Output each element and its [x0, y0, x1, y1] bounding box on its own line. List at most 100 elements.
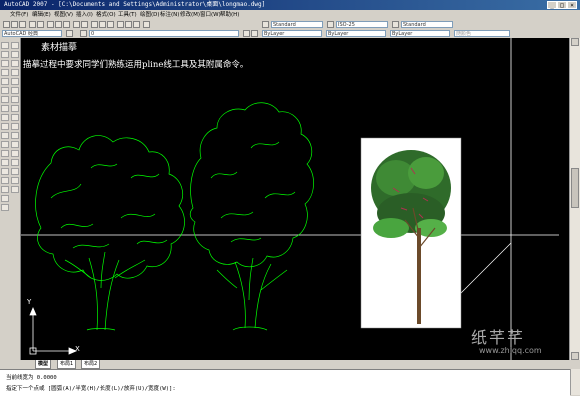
menu-dimension[interactable]: 标注(N)	[160, 10, 179, 20]
menu-draw[interactable]: 绘图(D)	[140, 10, 160, 20]
menu-file[interactable]: 文件(F)	[10, 10, 28, 20]
table-icon[interactable]	[1, 195, 9, 202]
tab-model[interactable]: 模型	[35, 360, 52, 369]
ellipse-icon[interactable]	[1, 123, 9, 130]
watermark-brand: 纸芊芊	[471, 328, 526, 347]
drawing-instruction: 描摹过程中要求同学们熟练运用pline线工具及其附属命令。	[23, 60, 249, 70]
text-style-select[interactable]: Standard	[271, 21, 323, 28]
tree-trace-2	[189, 102, 314, 331]
chamfer-icon[interactable]	[11, 168, 19, 175]
menu-window[interactable]: 窗口(W)	[200, 10, 221, 20]
trim-icon[interactable]	[11, 123, 19, 130]
pan-icon[interactable]	[91, 21, 98, 28]
workspace-settings-icon[interactable]	[66, 30, 73, 37]
cut-icon[interactable]	[47, 21, 54, 28]
menu-edit[interactable]: 编辑(E)	[32, 10, 51, 20]
menu-format[interactable]: 格式(O)	[96, 10, 116, 20]
mirror-icon[interactable]	[11, 60, 19, 67]
array-icon[interactable]	[11, 78, 19, 85]
stretch-icon[interactable]	[11, 114, 19, 121]
menu-insert[interactable]: 插入(I)	[76, 10, 93, 20]
fillet-icon[interactable]	[11, 177, 19, 184]
copy-icon[interactable]	[55, 21, 62, 28]
color-select[interactable]: ByLayer	[262, 30, 322, 37]
construction-line-icon[interactable]	[1, 51, 9, 58]
line-icon[interactable]	[1, 42, 9, 49]
ellipse-arc-icon[interactable]	[1, 132, 9, 139]
tool-palettes-icon[interactable]	[133, 21, 140, 28]
minimize-button[interactable]: _	[547, 1, 557, 9]
polygon-icon[interactable]	[1, 69, 9, 76]
preview-icon[interactable]	[37, 21, 44, 28]
insert-block-icon[interactable]	[1, 141, 9, 148]
print-icon[interactable]	[29, 21, 36, 28]
tab-layout2[interactable]: 布局2	[81, 360, 101, 369]
window-title: AutoCAD 2007 - [C:\Documents and Setting…	[4, 1, 266, 8]
menu-bar: 文件(F) 编辑(E) 视图(V) 插入(I) 格式(O) 工具(T) 绘图(D…	[0, 10, 580, 20]
menu-help[interactable]: 帮助(H)	[220, 10, 239, 20]
spline-icon[interactable]	[1, 114, 9, 121]
gradient-icon[interactable]	[1, 177, 9, 184]
erase-icon[interactable]	[11, 42, 19, 49]
command-window[interactable]: 当前线宽为 0.0000 指定下一个点或 [圆弧(A)/半宽(H)/长度(L)/…	[0, 369, 570, 396]
scroll-thumb[interactable]	[571, 168, 579, 208]
rectangle-icon[interactable]	[1, 78, 9, 85]
command-history-line: 当前线宽为 0.0000	[6, 375, 57, 381]
close-button[interactable]: ×	[567, 1, 577, 9]
join-icon[interactable]	[11, 159, 19, 166]
break-at-point-icon[interactable]	[11, 141, 19, 148]
save-icon[interactable]	[19, 21, 26, 28]
scroll-up-icon[interactable]	[571, 38, 579, 46]
arc-icon[interactable]	[1, 87, 9, 94]
rotate-icon[interactable]	[11, 96, 19, 103]
layer-previous-icon[interactable]	[251, 30, 258, 37]
make-current-icon[interactable]	[243, 30, 250, 37]
zoom-previous-icon[interactable]	[107, 21, 114, 28]
vertical-scrollbar[interactable]	[569, 38, 580, 360]
undo-icon[interactable]	[73, 21, 80, 28]
move-icon[interactable]	[11, 87, 19, 94]
menu-view[interactable]: 视图(V)	[54, 10, 73, 20]
circle-icon[interactable]	[1, 96, 9, 103]
zoom-icon[interactable]	[99, 21, 106, 28]
table-style-select[interactable]: Standard	[401, 21, 453, 28]
canvas-margin	[559, 38, 569, 360]
lineweight-select[interactable]: ByLayer	[390, 30, 450, 37]
command-scrollbar[interactable]	[570, 369, 580, 395]
menu-tools[interactable]: 工具(T)	[118, 10, 137, 20]
tab-layout1[interactable]: 布局1	[57, 360, 77, 369]
explode-icon[interactable]	[11, 186, 19, 193]
dim-style-select[interactable]: ISO-25	[336, 21, 388, 28]
revision-cloud-icon[interactable]	[1, 105, 9, 112]
polyline-icon[interactable]	[1, 60, 9, 67]
paste-icon[interactable]	[63, 21, 70, 28]
reference-tree-photo	[360, 137, 462, 329]
layer-select[interactable]: 0	[89, 30, 239, 37]
extend-icon[interactable]	[11, 132, 19, 139]
drawing-canvas[interactable]: 素材描摹 描摹过程中要求同学们熟练运用pline线工具及其附属命令。 Y X 纸…	[21, 38, 559, 360]
hatch-icon[interactable]	[1, 168, 9, 175]
command-prompt[interactable]: 指定下一个点或 [圆弧(A)/半宽(H)/长度(L)/放弃(U)/宽度(W)]:	[6, 384, 176, 392]
ucs-y-label: Y	[27, 298, 32, 306]
design-center-icon[interactable]	[125, 21, 132, 28]
open-icon[interactable]	[11, 21, 18, 28]
scroll-down-icon[interactable]	[571, 352, 579, 360]
workspace-select[interactable]: AutoCAD 经典	[2, 30, 62, 37]
linetype-select[interactable]: ByLayer	[326, 30, 386, 37]
maximize-button[interactable]: □	[557, 1, 567, 9]
make-block-icon[interactable]	[1, 150, 9, 157]
new-icon[interactable]	[3, 21, 10, 28]
scale-icon[interactable]	[11, 105, 19, 112]
help-icon[interactable]	[143, 21, 150, 28]
layer-manager-icon[interactable]	[80, 30, 87, 37]
redo-icon[interactable]	[81, 21, 88, 28]
plotstyle-select[interactable]: 随颜色	[454, 30, 510, 37]
break-icon[interactable]	[11, 150, 19, 157]
properties-icon[interactable]	[117, 21, 124, 28]
region-icon[interactable]	[1, 186, 9, 193]
menu-modify[interactable]: 修改(M)	[180, 10, 200, 20]
point-icon[interactable]	[1, 159, 9, 166]
offset-icon[interactable]	[11, 69, 19, 76]
multiline-text-icon[interactable]	[1, 204, 9, 211]
copy-icon[interactable]	[11, 51, 19, 58]
